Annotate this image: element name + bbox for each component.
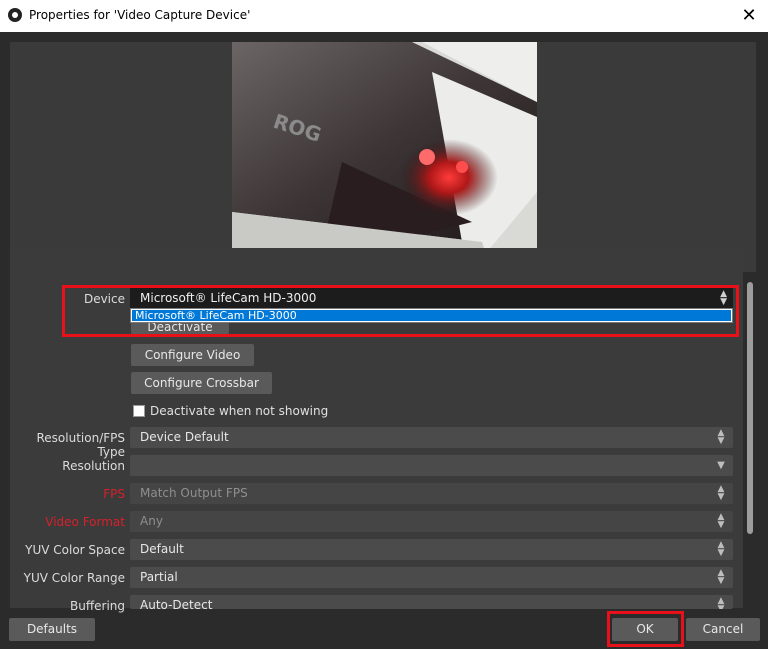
yuv-color-range-value: Partial [140,570,178,584]
fps-label: FPS [103,487,125,501]
yuv-color-range-label: YUV Color Range [23,571,125,585]
device-highlight-box [62,285,739,337]
buffering-select[interactable]: Auto-Detect ▲ ▼ [130,595,733,609]
configure-video-button[interactable]: Configure Video [131,344,254,366]
yuv-color-range-select[interactable]: Partial ▲ ▼ [130,567,733,588]
resolution-label: Resolution [62,459,125,473]
obs-logo-icon [8,8,22,22]
chevron-down-icon: ▼ [717,460,725,471]
yuv-color-space-label: YUV Color Space [25,543,125,557]
updown-arrow-icon: ▲ ▼ [717,428,725,446]
deactivate-when-not-showing-checkbox[interactable] [133,405,145,417]
scrollbar-thumb[interactable] [747,282,753,534]
resolution-fps-type-label: Resolution/FPS Type [36,431,126,459]
resolution-fps-type-value: Device Default [140,430,229,444]
camera-preview-image: ROG [232,42,537,272]
updown-arrow-icon: ▲ ▼ [717,484,725,502]
updown-arrow-icon: ▲ ▼ [717,512,725,530]
yuv-color-space-select[interactable]: Default ▲ ▼ [130,539,733,560]
updown-arrow-icon: ▲ ▼ [717,568,725,586]
video-format-select[interactable]: Any ▲ ▼ [130,511,733,532]
resolution-select[interactable]: ▼ [130,455,733,476]
ok-highlight-box [607,611,684,647]
properties-scrollbar[interactable] [745,282,755,608]
close-icon[interactable]: ✕ [736,3,762,29]
video-format-label: Video Format [45,515,125,529]
yuv-color-space-value: Default [140,542,184,556]
defaults-button[interactable]: Defaults [9,618,95,641]
updown-arrow-icon: ▲ ▼ [717,540,725,558]
deactivate-when-not-showing-label: Deactivate when not showing [150,404,329,418]
video-format-value: Any [140,514,163,528]
window-title: Properties for 'Video Capture Device' [29,8,251,22]
fps-select[interactable]: Match Output FPS ▲ ▼ [130,483,733,504]
buffering-value: Auto-Detect [140,598,213,609]
buffering-label: Buffering [70,599,125,613]
cancel-button[interactable]: Cancel [686,618,760,641]
title-bar: Properties for 'Video Capture Device' ✕ [0,0,768,32]
configure-crossbar-button[interactable]: Configure Crossbar [131,372,272,394]
fps-value: Match Output FPS [140,486,248,500]
resolution-fps-type-select[interactable]: Device Default ▲ ▼ [130,427,733,448]
updown-arrow-icon: ▲ ▼ [717,596,725,610]
